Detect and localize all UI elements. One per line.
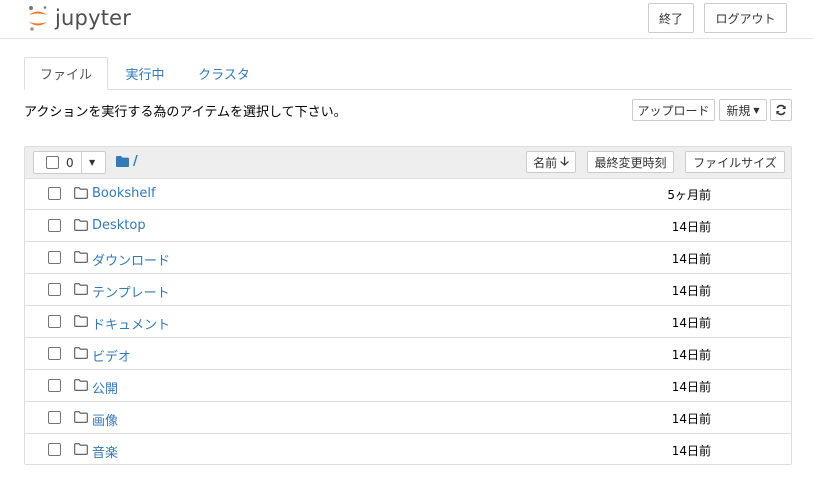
tab-files-label: ファイル bbox=[39, 68, 92, 83]
sort-name-label: 名前 bbox=[533, 155, 558, 170]
breadcrumb-root[interactable]: / bbox=[133, 154, 138, 169]
jupyter-logo-icon bbox=[29, 6, 47, 31]
item-name-link[interactable]: ダウンロード bbox=[92, 250, 170, 269]
item-checkbox[interactable] bbox=[48, 251, 61, 264]
top-header: jupyter 終了 ログアウト bbox=[0, 0, 813, 39]
folder-outline-icon bbox=[74, 411, 88, 427]
item-checkbox[interactable] bbox=[48, 411, 61, 424]
item-modified-time: 14日前 bbox=[671, 444, 711, 458]
item-checkbox[interactable] bbox=[48, 219, 61, 232]
instruction-text: アクションを実行する為のアイテムを選択して下さい。 bbox=[24, 105, 347, 120]
quit-label: 終了 bbox=[658, 11, 683, 26]
tab-bar: ファイル 実行中 クラスタ bbox=[24, 57, 792, 90]
item-name-link[interactable]: 音楽 bbox=[92, 442, 118, 461]
item-modified-time: 14日前 bbox=[671, 380, 711, 394]
list-item[interactable]: ドキュメント 14日前 bbox=[25, 306, 791, 338]
item-name-link[interactable]: Bookshelf bbox=[92, 186, 156, 201]
list-item[interactable]: 音楽 14日前 bbox=[25, 434, 791, 466]
folder-outline-icon bbox=[74, 379, 88, 395]
item-modified-time: 5ヶ月前 bbox=[667, 188, 711, 202]
upload-button[interactable]: アップロード bbox=[632, 99, 715, 121]
list-item[interactable]: ビデオ 14日前 bbox=[25, 338, 791, 370]
list-item[interactable]: Desktop 14日前 bbox=[25, 210, 791, 242]
select-caret-divider bbox=[81, 152, 82, 173]
folder-outline-icon bbox=[74, 219, 88, 235]
quit-button[interactable]: 終了 bbox=[648, 3, 694, 33]
item-checkbox[interactable] bbox=[48, 379, 61, 392]
selected-count: 0 bbox=[66, 155, 74, 170]
sort-modified-label: 最終変更時刻 bbox=[594, 155, 667, 170]
file-list-header: 0 ▼ / 名前 🡣 最終変更時刻 ファイルサイズ bbox=[25, 147, 791, 179]
select-all-checkbox[interactable] bbox=[46, 156, 59, 169]
list-item[interactable]: 画像 14日前 bbox=[25, 402, 791, 434]
list-item[interactable]: ダウンロード 14日前 bbox=[25, 242, 791, 274]
folder-outline-icon bbox=[74, 315, 88, 331]
item-name-link[interactable]: ドキュメント bbox=[92, 314, 170, 333]
item-name-link[interactable]: 公開 bbox=[92, 378, 118, 397]
item-modified-time: 14日前 bbox=[671, 284, 711, 298]
sort-by-modified-button[interactable]: 最終変更時刻 bbox=[587, 151, 674, 173]
item-checkbox[interactable] bbox=[48, 315, 61, 328]
sort-size-label: ファイルサイズ bbox=[693, 155, 777, 170]
item-modified-time: 14日前 bbox=[671, 348, 711, 362]
caret-down-icon: ▼ bbox=[753, 105, 760, 115]
item-name-link[interactable]: ビデオ bbox=[92, 346, 131, 365]
arrow-down-icon: 🡣 bbox=[560, 153, 569, 168]
item-modified-time: 14日前 bbox=[671, 220, 711, 234]
refresh-button[interactable] bbox=[770, 99, 792, 121]
list-item[interactable]: テンプレート 14日前 bbox=[25, 274, 791, 306]
new-dropdown-button[interactable]: 新規 ▼ bbox=[719, 99, 767, 121]
jupyter-logo[interactable]: jupyter bbox=[27, 3, 131, 33]
item-checkbox[interactable] bbox=[48, 443, 61, 456]
folder-outline-icon bbox=[74, 347, 88, 363]
item-modified-time: 14日前 bbox=[671, 252, 711, 266]
tab-running-label: 実行中 bbox=[125, 67, 165, 83]
refresh-icon bbox=[776, 104, 786, 116]
tab-clusters[interactable]: クラスタ bbox=[188, 57, 260, 89]
tab-running[interactable]: 実行中 bbox=[114, 57, 176, 89]
item-name-link[interactable]: 画像 bbox=[92, 410, 118, 429]
item-modified-time: 14日前 bbox=[671, 412, 711, 426]
list-item[interactable]: 公開 14日前 bbox=[25, 370, 791, 402]
caret-down-icon[interactable]: ▼ bbox=[89, 158, 95, 167]
logout-label: ログアウト bbox=[715, 11, 776, 26]
item-modified-time: 14日前 bbox=[671, 316, 711, 330]
list-item[interactable]: Bookshelf 5ヶ月前 bbox=[25, 178, 791, 210]
folder-solid-icon bbox=[116, 156, 129, 171]
sort-by-name-button[interactable]: 名前 🡣 bbox=[526, 151, 576, 173]
item-name-link[interactable]: テンプレート bbox=[92, 282, 170, 301]
item-checkbox[interactable] bbox=[48, 347, 61, 360]
folder-outline-icon bbox=[74, 251, 88, 267]
folder-outline-icon bbox=[74, 187, 88, 203]
folder-outline-icon bbox=[74, 283, 88, 299]
upload-label: アップロード bbox=[637, 103, 710, 118]
logo-text: jupyter bbox=[55, 6, 132, 30]
select-all-dropdown[interactable]: 0 ▼ bbox=[33, 151, 106, 174]
tab-files[interactable]: ファイル bbox=[24, 57, 108, 90]
tab-clusters-label: クラスタ bbox=[198, 67, 250, 83]
item-name-link[interactable]: Desktop bbox=[92, 218, 146, 233]
item-checkbox[interactable] bbox=[48, 187, 61, 200]
new-label: 新規 bbox=[726, 103, 751, 118]
sort-by-size-button[interactable]: ファイルサイズ bbox=[685, 151, 785, 173]
item-checkbox[interactable] bbox=[48, 283, 61, 296]
logout-button[interactable]: ログアウト bbox=[704, 3, 787, 33]
folder-outline-icon bbox=[74, 443, 88, 459]
file-list: 0 ▼ / 名前 🡣 最終変更時刻 ファイルサイズ Bookshelf 5ヶ月前 D… bbox=[24, 146, 792, 465]
